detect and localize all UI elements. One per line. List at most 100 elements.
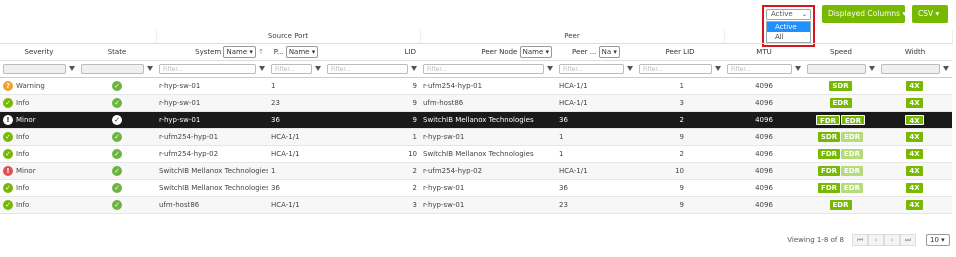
- state-ok-icon: ✓: [112, 165, 122, 176]
- filter-icon[interactable]: [547, 66, 553, 71]
- table-row[interactable]: ✓ Info ✓ SwitchIB Mellanox Technologies 36 2 r…: [0, 179, 953, 197]
- system-cell: r-hyp-sw-01: [156, 77, 268, 95]
- table-row[interactable]: ✓ Info ✓ r-ufm254-hyp-02 HCA-1/1 10 SwitchIB M…: [0, 145, 953, 163]
- port-filter-input[interactable]: Filter...: [271, 63, 312, 74]
- col-mtu[interactable]: MTU: [724, 43, 805, 61]
- table-row[interactable]: ! Minor ✓ r-hyp-sw-01 36 9 SwitchIB Mellanox T…: [0, 111, 953, 129]
- peer-lid-cell: 3: [636, 94, 725, 112]
- mtu-cell: 4096: [724, 111, 805, 129]
- filter-icon[interactable]: [627, 66, 633, 71]
- port-name-select[interactable]: Name ▾: [285, 45, 319, 58]
- speed-badge: EDR: [841, 148, 863, 159]
- peer-node-name-select[interactable]: Name ▾: [519, 45, 552, 58]
- speed-badge: EDR: [841, 131, 864, 142]
- table-row[interactable]: ✓ Info ✓ r-ufm254-hyp-01 HCA-1/1 1 r-hyp-sw-01…: [0, 128, 953, 146]
- state-filter[interactable]: [81, 63, 144, 74]
- width-filter[interactable]: [881, 63, 941, 74]
- peer-port-cell: HCA-1/1: [556, 77, 636, 95]
- speed-badge: SDR: [817, 131, 841, 142]
- speed-badge: SDR: [829, 80, 852, 91]
- table-row[interactable]: ? Warning ✓ r-hyp-sw-01 1 9 r-ufm254-hyp-01 HCA…: [0, 77, 953, 95]
- filter-icon[interactable]: [869, 66, 876, 71]
- lid-filter-input[interactable]: Filter...: [327, 63, 408, 74]
- width-cell: 4X: [878, 196, 953, 214]
- next-page-icon[interactable]: ›: [884, 234, 900, 246]
- peer-port-filter-input[interactable]: Filter...: [559, 63, 624, 74]
- sort-arrow-icon[interactable]: ↑: [258, 48, 264, 56]
- col-speed[interactable]: Speed: [804, 43, 879, 61]
- peer-port-cell: HCA-1/1: [556, 162, 636, 180]
- mtu-filter-input[interactable]: Filter...: [727, 63, 793, 74]
- width-badge: 4X: [906, 199, 923, 210]
- severity-text: Info: [16, 200, 30, 209]
- mtu-cell: 4096: [724, 94, 805, 112]
- pagination: Viewing 1-8 of 8 ⏮ ‹ › ⏭ 10 ▾: [787, 233, 950, 247]
- info-check-icon: ✓: [3, 97, 13, 108]
- csv-export-button[interactable]: CSV ▾: [912, 5, 948, 23]
- lid-cell: 10: [324, 145, 420, 163]
- status-select[interactable]: Active ⌄: [766, 9, 811, 20]
- viewing-count: Viewing 1-8 of 8: [787, 236, 844, 244]
- filter-icon[interactable]: [795, 66, 802, 71]
- width-cell: 4X: [878, 77, 953, 95]
- speed-cell: SDR: [804, 77, 879, 95]
- peer-lid-cell: 9: [636, 196, 725, 214]
- col-lid[interactable]: LID: [324, 43, 420, 61]
- lid-cell: 9: [324, 111, 420, 129]
- filter-icon[interactable]: [259, 66, 265, 71]
- info-check-icon: ✓: [3, 199, 13, 210]
- filter-icon[interactable]: [147, 66, 153, 71]
- table-row[interactable]: ! Minor ✓ SwitchIB Mellanox Technologies 1 2 r…: [0, 162, 953, 180]
- page-size-select[interactable]: 10 ▾: [926, 234, 950, 246]
- peer-lid-cell: 9: [636, 128, 725, 146]
- col-severity[interactable]: Severity: [0, 43, 78, 61]
- last-page-icon[interactable]: ⏭: [900, 234, 916, 246]
- group-source-port: Source Port: [156, 30, 421, 44]
- filter-icon[interactable]: [411, 66, 417, 71]
- port-cell: 23: [268, 94, 324, 112]
- system-name-select[interactable]: Name ▾: [223, 45, 256, 58]
- col-peer-node[interactable]: Peer Node Name ▾: [420, 43, 556, 61]
- system-cell: SwitchIB Mellanox Technologies: [156, 179, 268, 197]
- col-state[interactable]: State: [78, 43, 156, 61]
- speed-cell: FDR EDR: [804, 179, 879, 197]
- col-system[interactable]: System Name ▾ ↑: [156, 43, 268, 61]
- displayed-columns-button[interactable]: Displayed Columns ▾: [822, 5, 906, 23]
- filter-icon[interactable]: [715, 66, 722, 71]
- lid-cell: 2: [324, 179, 420, 197]
- severity-filter[interactable]: [3, 63, 66, 74]
- width-cell: 4X: [878, 94, 953, 112]
- links-table: Source Port Peer Severity State System N…: [0, 30, 953, 214]
- col-port[interactable]: P... Name ▾: [268, 43, 324, 61]
- prev-page-icon[interactable]: ‹: [868, 234, 884, 246]
- filter-icon[interactable]: [315, 66, 321, 71]
- port-cell: 1: [268, 77, 324, 95]
- filter-icon[interactable]: [69, 66, 75, 71]
- port-cell: 36: [268, 111, 324, 129]
- minor-alert-icon: !: [3, 165, 13, 176]
- peer-node-cell: r-hyp-sw-01: [420, 128, 556, 146]
- filter-icon[interactable]: [943, 66, 950, 71]
- col-peer-lid[interactable]: Peer LID: [636, 43, 725, 61]
- peer-node-filter-input[interactable]: Filter...: [423, 63, 544, 74]
- col-width[interactable]: Width: [878, 43, 953, 61]
- col-peer-port[interactable]: Peer ... Na ▾: [556, 43, 636, 61]
- first-page-icon[interactable]: ⏮: [852, 234, 868, 246]
- table-row[interactable]: ✓ Info ✓ ufm-host86 HCA-1/1 3 r-hyp-sw-01 23 9 40…: [0, 196, 953, 214]
- peer-port-cell: 1: [556, 128, 636, 146]
- chevron-down-icon: ⌄: [801, 11, 807, 18]
- peer-lid-filter-input[interactable]: Filter...: [639, 63, 713, 74]
- speed-cell: FDR EDR: [804, 162, 879, 180]
- system-cell: SwitchIB Mellanox Technologies: [156, 162, 268, 180]
- table-row[interactable]: ✓ Info ✓ r-hyp-sw-01 23 9 ufm-host86 HCA-1/1 3 40…: [0, 94, 953, 112]
- speed-filter[interactable]: [807, 63, 867, 74]
- lid-cell: 9: [324, 94, 420, 112]
- peer-port-name-select[interactable]: Na ▾: [598, 45, 620, 58]
- peer-node-cell: SwitchIB Mellanox Technologies: [420, 145, 556, 163]
- system-filter-input[interactable]: Filter...: [159, 63, 256, 74]
- minor-alert-icon: !: [3, 114, 13, 125]
- filter-row: Filter... Filter... Filter... Filter... …: [0, 60, 953, 78]
- peer-port-cell: 36: [556, 179, 636, 197]
- width-badge: 4X: [906, 148, 923, 159]
- peer-port-cell: 23: [556, 196, 636, 214]
